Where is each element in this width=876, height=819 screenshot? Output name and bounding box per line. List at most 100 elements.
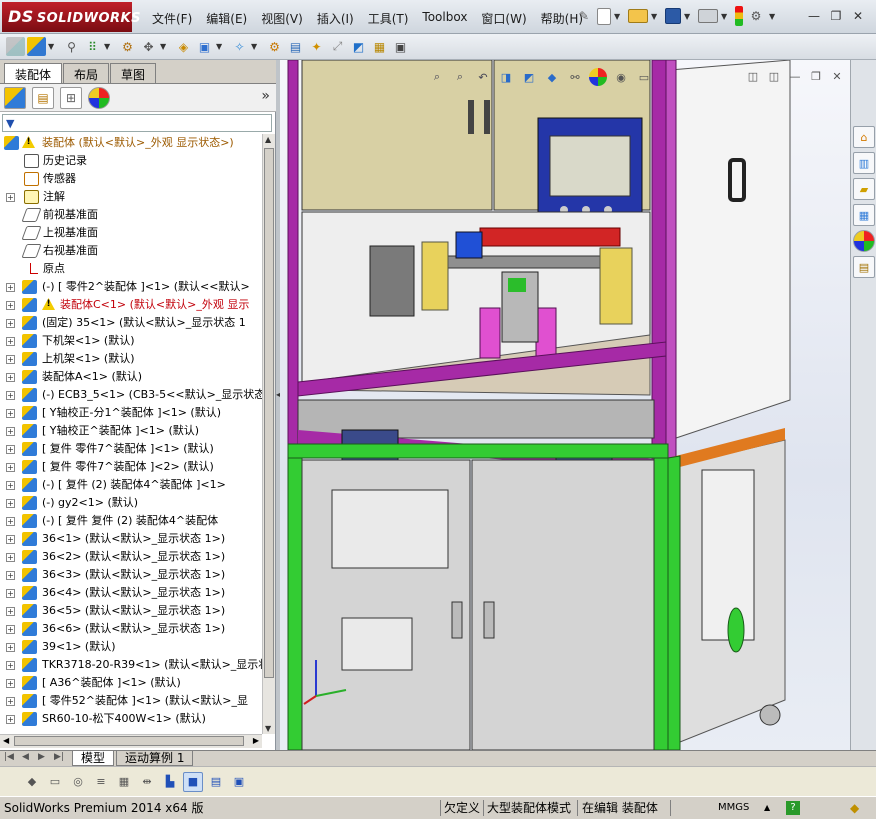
property-manager-icon[interactable]: ▤ — [32, 86, 54, 109]
tab-next-icon[interactable]: ▶ — [38, 752, 45, 762]
menu-file[interactable]: 文件(F) — [145, 8, 199, 29]
chevron-down-icon[interactable]: ▼ — [216, 42, 224, 51]
expand-icon[interactable]: + — [6, 679, 15, 688]
chevron-down-icon[interactable]: ▼ — [721, 12, 729, 21]
unit-dropdown-icon[interactable]: ▲ — [764, 800, 770, 817]
expand-icon[interactable]: + — [6, 355, 15, 364]
tree-item[interactable]: +36<2> (默认<默认>_显示状态 1>) — [0, 548, 262, 566]
chart-view-icon[interactable]: ▙ — [160, 772, 180, 792]
tab-first-icon[interactable]: |◀ — [4, 752, 14, 762]
expand-icon[interactable]: + — [6, 391, 15, 400]
zoom-to-fit-icon[interactable]: ⌕ — [428, 68, 446, 86]
expand-icon[interactable]: + — [6, 625, 15, 634]
tree-item[interactable]: + (-) gy2<1> (默认) — [0, 494, 262, 512]
viewport-split-icon[interactable]: ◫ — [744, 70, 762, 84]
open-folder-icon[interactable] — [628, 9, 648, 23]
tree-item[interactable]: + [ A36^装配体 ]<1> (默认) — [0, 674, 262, 692]
expand-icon[interactable]: + — [6, 499, 15, 508]
tree-item[interactable]: +36<4> (默认<默认>_显示状态 1>) — [0, 584, 262, 602]
chevron-down-icon[interactable]: ▼ — [769, 12, 777, 21]
front-view-icon[interactable]: ▭ — [45, 772, 65, 792]
expand-icon[interactable]: + — [6, 337, 15, 346]
expand-icon[interactable]: + — [6, 643, 15, 652]
tag-icon[interactable]: ◆ — [850, 800, 859, 817]
menu-window[interactable]: 窗口(W) — [474, 8, 533, 29]
tree-item[interactable]: + (-) [ 零件2^装配体 ]<1> (默认<<默认> — [0, 278, 262, 296]
properties-view-icon[interactable]: ▣ — [229, 772, 249, 792]
expand-icon[interactable]: + — [6, 715, 15, 724]
expand-icon[interactable]: + — [6, 463, 15, 472]
restore-icon[interactable]: ❐ — [807, 70, 825, 84]
shaded-view-icon[interactable]: ■ — [183, 771, 203, 792]
tree-item[interactable]: + 装配体C<1> (默认<默认>_外观 显示 — [0, 296, 262, 314]
tree-item[interactable]: +36<6> (默认<默认>_显示状态 1>) — [0, 620, 262, 638]
viewport-split-icon[interactable]: ◫ — [765, 70, 783, 84]
expand-icon[interactable]: + — [6, 427, 15, 436]
tree-item[interactable]: + SR60-10-松下400W<1> (默认) — [0, 710, 262, 728]
expand-icon[interactable]: + — [6, 517, 15, 526]
expand-icon[interactable]: + — [6, 553, 15, 562]
chevron-down-icon[interactable]: ▼ — [614, 12, 622, 21]
clearance-verification-icon[interactable]: ▦ — [370, 37, 389, 56]
scroll-thumb[interactable] — [14, 736, 244, 746]
tab-assembly[interactable]: 装配体 — [4, 63, 63, 83]
graphics-area[interactable]: ⌕ ⌕ ↶ ◨ ◩ ◆ ⚯ ◉ ▭ ◫ ◫ — ❐ ✕ — [280, 60, 850, 750]
isometric-view-icon[interactable]: ◆ — [22, 772, 42, 792]
unit-system[interactable]: MMGS — [718, 800, 749, 817]
tree-item[interactable]: + 注解 — [0, 188, 262, 206]
exploded-view-icon[interactable]: ✦ — [307, 37, 326, 56]
tree-item[interactable]: + 下机架<1> (默认) — [0, 332, 262, 350]
list-view-icon[interactable]: ≡ — [91, 772, 111, 792]
custom-properties-icon[interactable]: ▤ — [853, 256, 875, 278]
chevron-down-icon[interactable]: ▼ — [48, 42, 56, 51]
tab-sketch[interactable]: 草图 — [110, 63, 157, 83]
expand-icon[interactable]: + — [6, 301, 15, 310]
menu-view[interactable]: 视图(V) — [254, 8, 310, 29]
explode-line-sketch-icon[interactable]: ⤢ — [328, 37, 347, 56]
tree-vertical-scrollbar[interactable]: ▲ ▼ — [262, 134, 275, 734]
scroll-down-icon[interactable]: ▼ — [265, 724, 271, 733]
design-library-icon[interactable]: ▥ — [853, 152, 875, 174]
tree-item[interactable]: 上视基准面 — [0, 224, 262, 242]
chevron-right-icon[interactable]: » — [261, 88, 270, 104]
configuration-manager-icon[interactable]: ⊞ — [60, 86, 82, 109]
show-hidden-icon[interactable]: ◈ — [174, 37, 193, 56]
tree-item[interactable]: 传感器 — [0, 170, 262, 188]
tree-item[interactable]: +36<5> (默认<默认>_显示状态 1>) — [0, 602, 262, 620]
interference-detection-icon[interactable]: ◩ — [349, 37, 368, 56]
tree-item[interactable]: + (固定) 35<1> (默认<默认>_显示状态 1 — [0, 314, 262, 332]
edit-appearance-icon[interactable] — [589, 68, 607, 86]
expand-icon[interactable]: + — [6, 409, 15, 418]
tree-item[interactable]: +36<3> (默认<默认>_显示状态 1>) — [0, 566, 262, 584]
tree-item[interactable]: 原点 — [0, 260, 262, 278]
linear-pattern-icon[interactable]: ⠿ — [83, 37, 102, 56]
expand-icon[interactable]: + — [6, 535, 15, 544]
tree-item[interactable]: + (-) [ 复件 复件 (2) 装配体4^装配体 — [0, 512, 262, 530]
traffic-light-icon[interactable] — [735, 6, 743, 26]
tree-filter-input[interactable]: ▼ — [2, 114, 272, 132]
expand-icon[interactable]: + — [6, 571, 15, 580]
chevron-down-icon[interactable]: ▼ — [104, 42, 112, 51]
apply-scene-icon[interactable]: ◉ — [612, 68, 630, 86]
appearances-icon[interactable] — [853, 230, 875, 252]
tree-item[interactable]: + (-) ECB3_5<1> (CB3-5<<默认>_显示状态 — [0, 386, 262, 404]
restore-icon[interactable]: ❐ — [826, 8, 846, 24]
expand-icon[interactable]: + — [6, 193, 15, 202]
hidden-lines-icon[interactable]: ◎ — [68, 772, 88, 792]
tab-motion-study[interactable]: 运动算例 1 — [116, 751, 194, 766]
scroll-thumb[interactable] — [264, 148, 274, 678]
tree-root[interactable]: 装配体 (默认<默认>_外观 显示状态>) — [0, 134, 262, 152]
instant3d-icon[interactable]: ▣ — [391, 37, 410, 56]
menu-tools[interactable]: 工具(T) — [361, 8, 416, 29]
split-view-icon[interactable]: ⇹ — [137, 772, 157, 792]
menu-edit[interactable]: 编辑(E) — [199, 8, 254, 29]
view-palette-icon[interactable]: ▦ — [853, 204, 875, 226]
feature-manager-tree-icon[interactable] — [4, 86, 26, 109]
assembly-features-icon[interactable]: ▣ — [195, 37, 214, 56]
tree-item[interactable]: + [ 零件52^装配体 ]<1> (默认<默认>_显 — [0, 692, 262, 710]
pin-icon[interactable]: ✎ — [574, 6, 594, 26]
chevron-down-icon[interactable]: ▼ — [251, 42, 259, 51]
expand-icon[interactable]: + — [6, 319, 15, 328]
tree-item[interactable]: + [ 复件 零件7^装配体 ]<2> (默认) — [0, 458, 262, 476]
tab-prev-icon[interactable]: ◀ — [22, 752, 29, 762]
